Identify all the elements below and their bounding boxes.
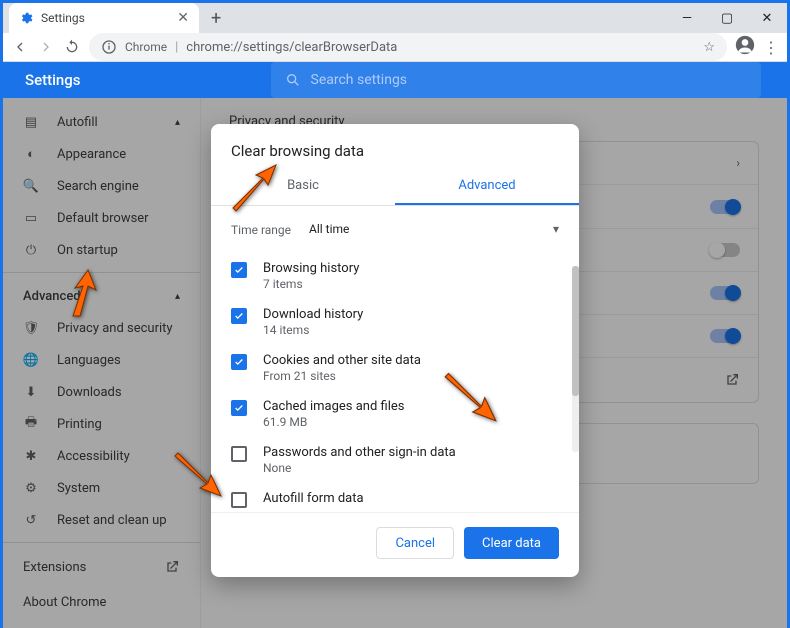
url-chip: Chrome: [125, 40, 167, 54]
dialog-body: Time range All time ▾ Browsing history7 …: [211, 206, 579, 512]
forward-button[interactable]: [37, 38, 55, 56]
content-area: ▤Autofill▴ ◐Appearance 🔍Search engine ▭D…: [3, 98, 787, 628]
url-text: chrome://settings/clearBrowserData: [186, 40, 397, 55]
close-window-button[interactable]: ✕: [747, 3, 787, 33]
checkbox-icon[interactable]: [231, 492, 247, 508]
tab-title: Settings: [41, 11, 85, 25]
minimize-button[interactable]: —: [667, 3, 707, 33]
checkbox-icon[interactable]: [231, 262, 247, 278]
cancel-button[interactable]: Cancel: [376, 527, 454, 559]
gear-icon: [19, 11, 33, 25]
new-tab-button[interactable]: +: [211, 8, 221, 29]
annotation-arrow: [228, 163, 278, 213]
page-title: Settings: [25, 71, 81, 89]
checkbox-icon[interactable]: [231, 446, 247, 462]
star-icon[interactable]: ☆: [703, 40, 715, 55]
annotation-arrow: [58, 268, 108, 318]
chrome-window: Settings ✕ + — ▢ ✕ Chrome | chrome://set…: [3, 3, 787, 545]
back-button[interactable]: [11, 38, 29, 56]
search-icon: [285, 72, 301, 88]
time-range-label: Time range: [231, 223, 291, 237]
checkbox-icon[interactable]: [231, 308, 247, 324]
reload-button[interactable]: [63, 38, 81, 56]
chevron-down-icon: ▾: [553, 222, 559, 236]
titlebar: Settings ✕ + — ▢ ✕: [3, 3, 787, 33]
clear-data-button[interactable]: Clear data: [464, 527, 559, 559]
time-range-select[interactable]: All time ▾: [309, 218, 559, 241]
check-browsing-history[interactable]: Browsing history7 items: [231, 253, 559, 299]
annotation-arrow: [173, 448, 223, 498]
dialog-title: Clear browsing data: [211, 124, 579, 168]
check-passwords[interactable]: Passwords and other sign-in dataNone: [231, 437, 559, 483]
profile-avatar[interactable]: [735, 35, 755, 59]
kebab-menu-icon[interactable]: ⋮: [763, 38, 779, 57]
omnibox[interactable]: Chrome | chrome://settings/clearBrowserD…: [89, 33, 727, 61]
check-autofill[interactable]: Autofill form data: [231, 483, 559, 508]
scrollbar[interactable]: [572, 266, 579, 452]
checkbox-icon[interactable]: [231, 354, 247, 370]
checkbox-icon[interactable]: [231, 400, 247, 416]
check-cookies[interactable]: Cookies and other site dataFrom 21 sites: [231, 345, 559, 391]
window-controls: — ▢ ✕: [667, 3, 787, 33]
time-range-row: Time range All time ▾: [231, 218, 559, 241]
annotation-arrow: [443, 368, 498, 423]
settings-header: Settings Search settings: [3, 62, 787, 98]
browser-tab[interactable]: Settings ✕: [9, 3, 199, 33]
address-bar: Chrome | chrome://settings/clearBrowserD…: [3, 33, 787, 62]
search-placeholder: Search settings: [311, 72, 408, 88]
info-icon: [101, 39, 117, 55]
check-cache[interactable]: Cached images and files61.9 MB: [231, 391, 559, 437]
close-icon[interactable]: ✕: [177, 10, 189, 26]
check-download-history[interactable]: Download history14 items: [231, 299, 559, 345]
settings-search[interactable]: Search settings: [271, 62, 761, 98]
maximize-button[interactable]: ▢: [707, 3, 747, 33]
dialog-footer: Cancel Clear data: [211, 513, 579, 577]
tab-advanced[interactable]: Advanced: [395, 168, 579, 205]
